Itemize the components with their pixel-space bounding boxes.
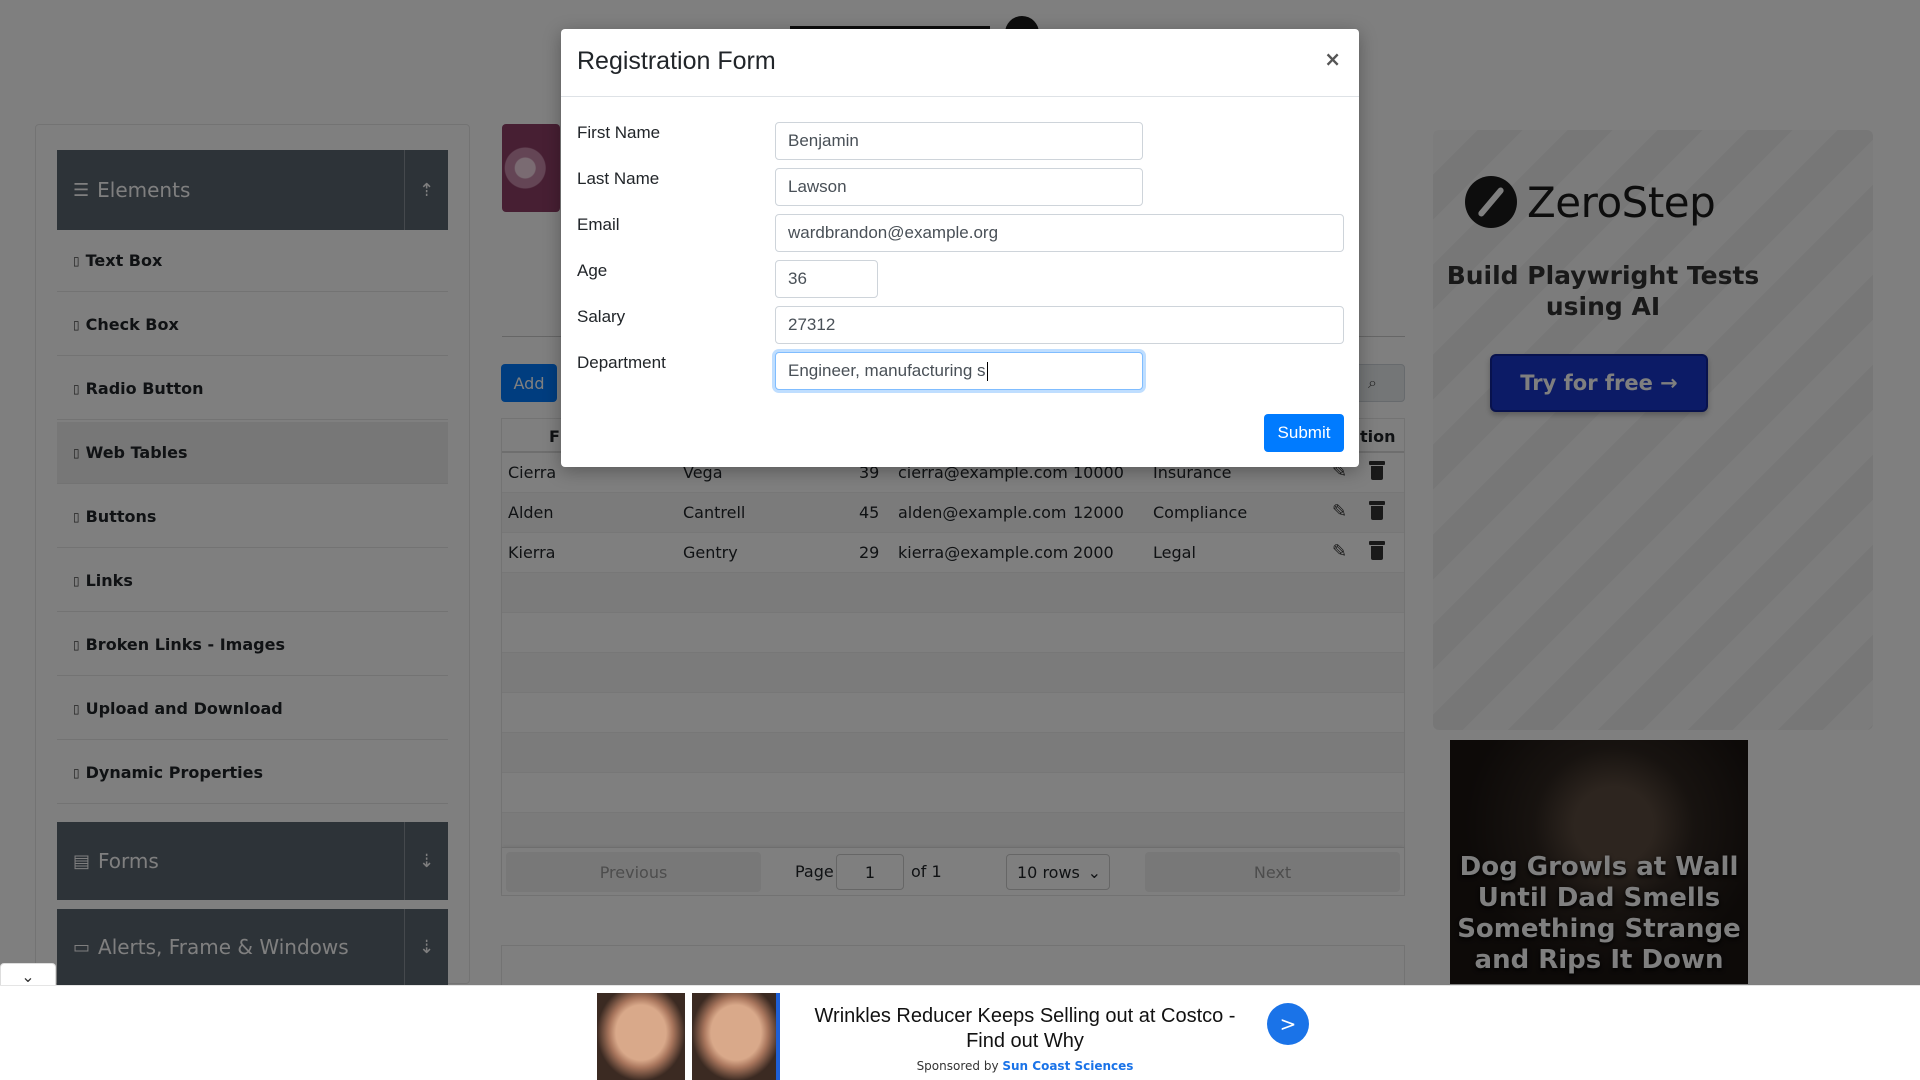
age-input[interactable]: 36 [775, 260, 878, 298]
bottom-ad-headline[interactable]: Wrinkles Reducer Keeps Selling out at Co… [800, 1004, 1250, 1054]
first-name-label: First Name [577, 123, 661, 142]
registration-modal: Registration Form × First Name Benjamin … [561, 29, 1359, 467]
ad-accent-bar [776, 993, 780, 1080]
bottom-ad-sponsor-line: Sponsored by Sun Coast Sciences [800, 1059, 1250, 1073]
ad-go-button[interactable]: > [1267, 1003, 1309, 1045]
first-name-input[interactable]: Benjamin [775, 122, 1143, 160]
ad-photo-before [597, 993, 685, 1080]
department-input-value: Engineer, manufacturing s [788, 361, 986, 380]
department-label: Department [577, 353, 666, 372]
sponsored-by-label: Sponsored by [916, 1059, 999, 1073]
sponsor-name[interactable]: Sun Coast Sciences [1002, 1059, 1133, 1073]
age-label: Age [577, 261, 608, 280]
salary-label: Salary [577, 307, 626, 326]
submit-button[interactable]: Submit [1264, 414, 1344, 452]
last-name-input[interactable]: Lawson [775, 168, 1143, 206]
email-input[interactable]: wardbrandon@example.org [775, 214, 1344, 252]
close-icon[interactable]: × [1324, 47, 1341, 71]
modal-header: Registration Form × [561, 29, 1359, 97]
modal-title: Registration Form [577, 47, 776, 75]
department-input[interactable]: Engineer, manufacturing s [775, 352, 1143, 390]
salary-input[interactable]: 27312 [775, 306, 1344, 344]
email-label: Email [577, 215, 620, 234]
text-caret [986, 361, 988, 381]
ad-photo-after [692, 993, 780, 1080]
bottom-sticky-ad[interactable]: Wrinkles Reducer Keeps Selling out at Co… [0, 985, 1920, 1080]
last-name-label: Last Name [577, 169, 660, 188]
